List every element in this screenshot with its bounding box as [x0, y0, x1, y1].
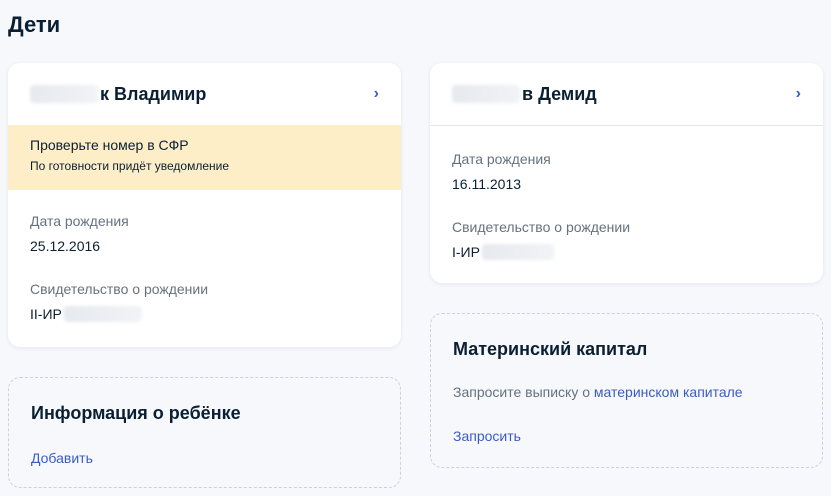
birth-cert-value: I-ИР [452, 244, 801, 260]
maternity-capital-desc: Запросите выписку о материнском капитале [453, 384, 743, 400]
redacted-cert-number [63, 306, 142, 322]
child-name-text: к Владимир [100, 83, 207, 104]
child-name: в Демид [452, 84, 597, 105]
cert-series: II-ИР [30, 306, 62, 322]
sfr-warning-banner: Проверьте номер в СФР По готовности прид… [8, 125, 401, 190]
birth-cert-label: Свидетельство о рождении [30, 281, 209, 297]
chevron-right-icon[interactable]: › [374, 85, 379, 103]
child-card-1-header[interactable]: к Владимир › [8, 63, 401, 125]
birth-date-label: Дата рождения [452, 151, 551, 167]
redacted-surname [30, 85, 98, 103]
chevron-right-icon[interactable]: › [796, 85, 801, 103]
birth-date-label: Дата рождения [30, 213, 129, 229]
page-title: Дети [8, 12, 61, 37]
child-info-card: Информация о ребёнке Добавить [8, 377, 401, 488]
desc-prefix: Запросите выписку о [453, 384, 594, 400]
birth-date-value: 25.12.2016 [30, 238, 101, 254]
warning-subtitle: По готовности придёт уведомление [30, 159, 230, 173]
maternity-capital-link[interactable]: материнском капитале [594, 384, 743, 400]
child-info-title: Информация о ребёнке [31, 403, 241, 423]
birth-cert-value: II-ИР [30, 306, 379, 322]
child-name-text: в Демид [522, 83, 597, 104]
redacted-surname [452, 85, 520, 103]
cert-series: I-ИР [452, 244, 480, 260]
birth-cert-label: Свидетельство о рождении [452, 219, 631, 235]
child-card-2: в Демид › Дата рождения 16.11.2013 Свиде… [430, 63, 823, 283]
child-card-1: к Владимир › Проверьте номер в СФР По го… [8, 63, 401, 347]
maternity-capital-title: Материнский капитал [453, 339, 648, 359]
warning-title: Проверьте номер в СФР [30, 137, 189, 153]
child-card-2-header[interactable]: в Демид › [430, 63, 823, 125]
birth-date-value: 16.11.2013 [452, 176, 522, 192]
add-child-info-link[interactable]: Добавить [31, 450, 93, 466]
redacted-cert-number [481, 244, 554, 260]
child-name: к Владимир [30, 84, 206, 105]
request-button[interactable]: Запросить [453, 428, 521, 444]
maternity-capital-card: Материнский капитал Запросите выписку о … [430, 313, 823, 468]
